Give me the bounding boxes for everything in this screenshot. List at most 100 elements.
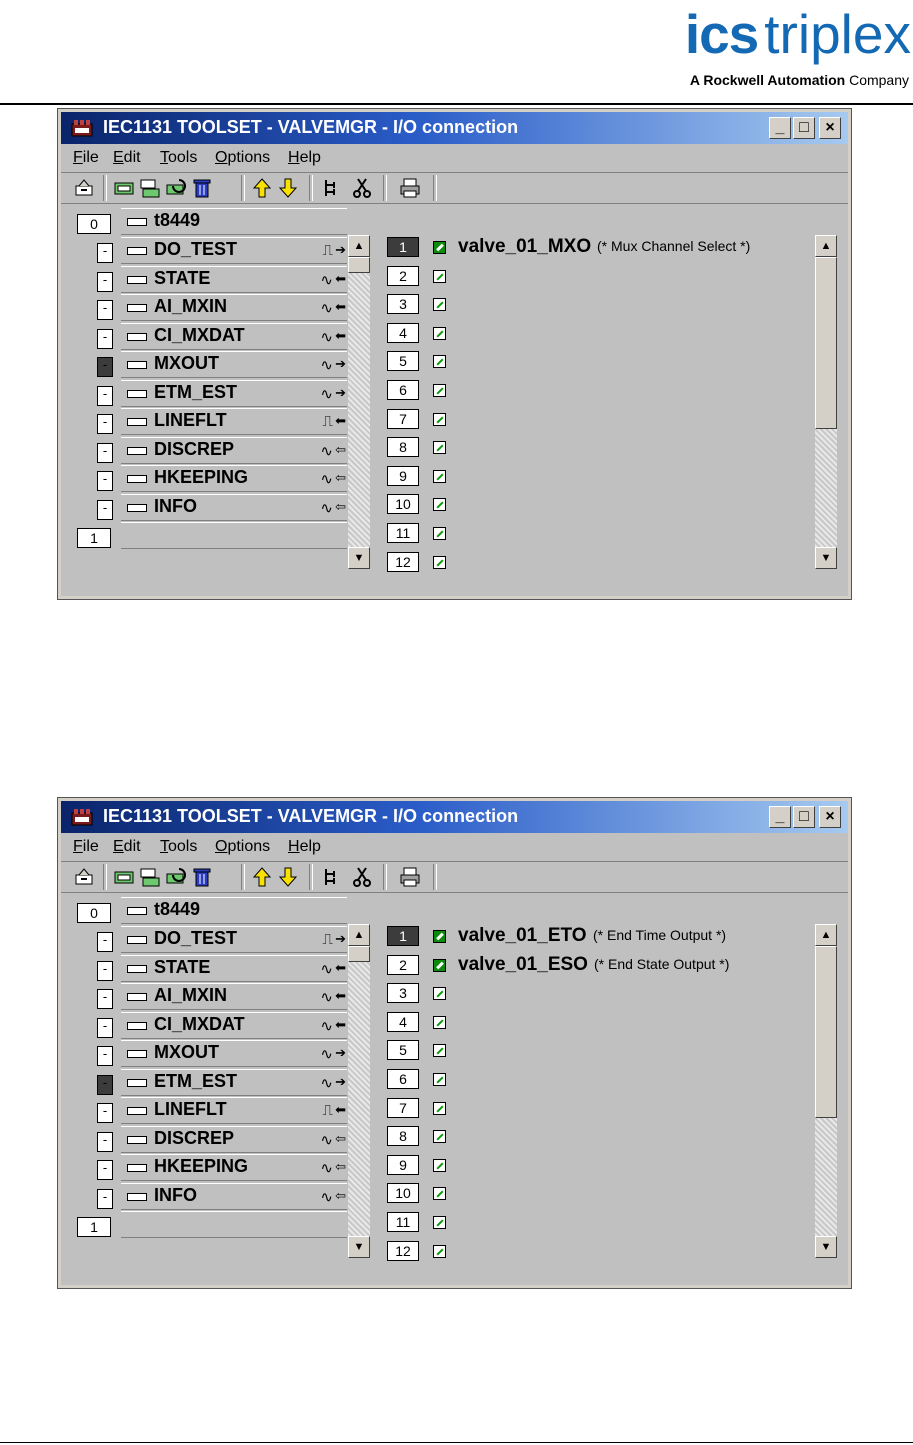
channel-number[interactable]: 2 xyxy=(387,265,419,286)
edit-icon[interactable] xyxy=(433,326,446,340)
maximize-button[interactable]: □ xyxy=(793,806,815,828)
title-bar[interactable]: IEC1131 TOOLSET - VALVEMGR - I/O connect… xyxy=(61,112,848,144)
channel-row[interactable]: 11 xyxy=(387,1208,817,1236)
board-refresh-icon[interactable] xyxy=(165,866,187,888)
edit-icon[interactable] xyxy=(433,1158,446,1172)
scroll-thumb[interactable] xyxy=(815,257,837,429)
tree-item-toggle[interactable]: - xyxy=(97,989,113,1009)
scroll-thumb[interactable] xyxy=(348,946,370,962)
channel-number[interactable]: 9 xyxy=(387,1154,419,1175)
tree-item-toggle[interactable]: - xyxy=(97,932,113,952)
channel-number[interactable]: 2 xyxy=(387,954,419,975)
delete-icon[interactable] xyxy=(191,866,213,888)
tree-item-ai_mxin[interactable]: AI_MXIN ∿ ⬅ xyxy=(121,294,347,321)
tree-item-hkeeping[interactable]: HKEEPING ∿ ⇦ xyxy=(121,1154,347,1181)
menu-edit[interactable]: Edit xyxy=(113,149,141,167)
tree-item-toggle[interactable]: - xyxy=(97,1046,113,1066)
edit-icon[interactable] xyxy=(433,1073,446,1086)
tree-icon[interactable] xyxy=(321,866,343,888)
board-config-icon[interactable] xyxy=(139,177,161,199)
edit-icon[interactable] xyxy=(433,469,446,483)
channel-row[interactable]: 9 xyxy=(387,1151,817,1179)
cut-icon[interactable] xyxy=(351,177,373,199)
edit-icon[interactable] xyxy=(433,1101,446,1115)
edit-icon[interactable] xyxy=(433,412,446,426)
close-button[interactable]: × xyxy=(819,117,841,139)
channel-number[interactable]: 1 xyxy=(387,926,419,946)
edit-icon[interactable] xyxy=(433,269,446,283)
channel-row[interactable]: 6 xyxy=(387,1065,817,1093)
tree-item-etm_est[interactable]: ETM_EST ∿ ➔ xyxy=(121,1068,347,1096)
channel-row[interactable]: 7 xyxy=(387,1094,817,1122)
channel-row[interactable]: 4 xyxy=(387,319,817,347)
menu-options[interactable]: Options xyxy=(215,149,270,167)
channel-row[interactable]: 3 xyxy=(387,290,817,318)
channel-number[interactable]: 5 xyxy=(387,351,419,372)
scroll-down-icon[interactable]: ▼ xyxy=(815,1236,837,1258)
tree-scrollbar[interactable]: ▲ ▼ xyxy=(348,235,370,569)
channel-number[interactable]: 6 xyxy=(387,380,419,400)
tree-item-ci_mxdat[interactable]: CI_MXDAT ∿ ⬅ xyxy=(121,1011,347,1039)
edit-icon[interactable] xyxy=(433,1044,446,1058)
cut-icon[interactable] xyxy=(351,866,373,888)
tree-item-toggle[interactable]: - xyxy=(97,442,113,463)
channel-row[interactable]: 10 xyxy=(387,490,817,518)
maximize-button[interactable]: □ xyxy=(793,117,815,139)
channel-row[interactable]: 8 xyxy=(387,433,817,461)
tree-item-etm_est[interactable]: ETM_EST ∿ ➔ xyxy=(121,379,347,407)
channel-number[interactable]: 11 xyxy=(387,1212,419,1232)
channel-row[interactable]: 7 xyxy=(387,405,817,433)
down-arrow-icon[interactable] xyxy=(277,866,299,888)
tree-item-toggle[interactable]: - xyxy=(97,960,113,981)
tree-item-do_test[interactable]: DO_TEST ⎍ ➔ xyxy=(121,926,347,953)
channel-number[interactable]: 3 xyxy=(387,294,419,315)
tree-icon[interactable] xyxy=(321,177,343,199)
board-icon[interactable] xyxy=(113,866,135,888)
channel-number[interactable]: 7 xyxy=(387,1097,419,1118)
channel-number[interactable]: 5 xyxy=(387,1040,419,1061)
open-icon[interactable] xyxy=(73,177,95,199)
channel-number[interactable]: 8 xyxy=(387,1126,419,1147)
tree-item-toggle[interactable]: - xyxy=(97,385,113,406)
tree-item-toggle[interactable]: - xyxy=(97,300,113,320)
scroll-down-icon[interactable]: ▼ xyxy=(348,547,370,569)
top-index[interactable]: 0 xyxy=(77,903,111,923)
channel-number[interactable]: 1 xyxy=(387,237,419,257)
channel-row[interactable]: 1 valve_01_MXO (* Mux Channel Select *) xyxy=(387,233,817,261)
channel-row[interactable]: 8 xyxy=(387,1122,817,1150)
channel-row[interactable]: 12 xyxy=(387,1237,817,1265)
tree-item-toggle[interactable]: - xyxy=(97,1103,113,1123)
title-bar[interactable]: IEC1131 TOOLSET - VALVEMGR - I/O connect… xyxy=(61,801,848,833)
menu-file[interactable]: File xyxy=(73,149,99,167)
tree-item-toggle[interactable]: - xyxy=(97,328,113,349)
channel-row[interactable]: 3 xyxy=(387,979,817,1007)
tree-item-discrep[interactable]: DISCREP ∿ ⇦ xyxy=(121,1125,347,1153)
edit-icon[interactable] xyxy=(433,1244,446,1258)
print-icon[interactable] xyxy=(399,866,421,888)
tree-item-toggle[interactable]: - xyxy=(97,414,113,434)
tree-item-lineflt[interactable]: LINEFLT ⎍ ⬅ xyxy=(121,1097,347,1124)
scroll-up-icon[interactable]: ▲ xyxy=(815,924,837,946)
scroll-down-icon[interactable]: ▼ xyxy=(815,547,837,569)
edit-icon[interactable] xyxy=(433,355,446,369)
tree-item-toggle[interactable]: - xyxy=(97,1017,113,1038)
channel-row[interactable]: 12 xyxy=(387,548,817,576)
tree-item-ai_mxin[interactable]: AI_MXIN ∿ ⬅ xyxy=(121,983,347,1010)
tree-item-state[interactable]: STATE ∿ ⬅ xyxy=(121,954,347,982)
edit-icon[interactable] xyxy=(433,1216,446,1229)
tree-item-toggle[interactable]: - xyxy=(97,1160,113,1180)
tree-item-toggle[interactable]: - xyxy=(97,471,113,491)
close-button[interactable]: × xyxy=(819,806,841,828)
bottom-index[interactable]: 1 xyxy=(77,528,111,548)
channel-number[interactable]: 7 xyxy=(387,408,419,429)
menu-edit[interactable]: Edit xyxy=(113,838,141,856)
scroll-down-icon[interactable]: ▼ xyxy=(348,1236,370,1258)
edit-icon[interactable] xyxy=(433,298,446,312)
tree-item-toggle[interactable]: - xyxy=(97,357,113,377)
tree-scrollbar[interactable]: ▲ ▼ xyxy=(348,924,370,1258)
scroll-up-icon[interactable]: ▲ xyxy=(815,235,837,257)
channel-row[interactable]: 5 xyxy=(387,1036,817,1064)
channel-number[interactable]: 9 xyxy=(387,465,419,486)
channel-row[interactable]: 9 xyxy=(387,462,817,490)
channel-row[interactable]: 5 xyxy=(387,347,817,375)
